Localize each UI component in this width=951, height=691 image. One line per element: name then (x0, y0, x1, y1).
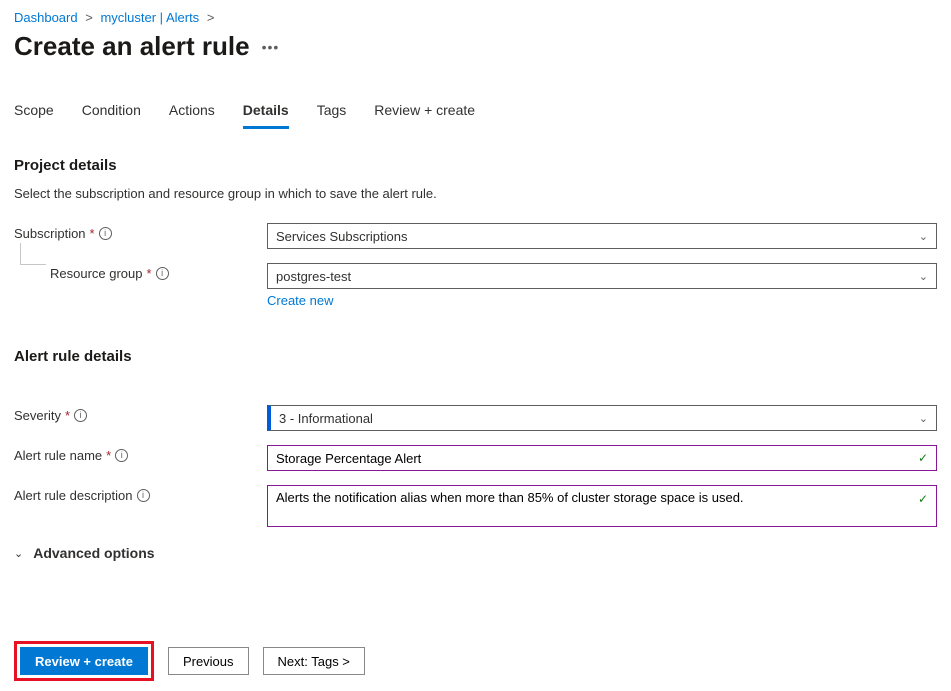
indent-connector (20, 243, 46, 265)
chevron-right-icon: > (207, 10, 215, 25)
chevron-down-icon: ⌄ (919, 412, 928, 425)
required-indicator: * (65, 408, 70, 423)
alert-rule-name-label: Alert rule name (14, 448, 102, 463)
resource-group-select[interactable]: postgres-test ⌄ (267, 263, 937, 289)
next-tags-button[interactable]: Next: Tags > (263, 647, 365, 675)
tab-details[interactable]: Details (243, 102, 289, 129)
chevron-down-icon: ⌄ (919, 270, 928, 283)
tab-review[interactable]: Review + create (374, 102, 475, 129)
page-title: Create an alert rule (14, 31, 250, 62)
highlight-annotation: Review + create (14, 641, 154, 681)
tab-actions[interactable]: Actions (169, 102, 215, 129)
tab-condition[interactable]: Condition (82, 102, 141, 129)
subscription-value: Services Subscriptions (276, 229, 408, 244)
footer-action-bar: Review + create Previous Next: Tags > (14, 641, 937, 681)
advanced-options-toggle[interactable]: ⌄ Advanced options (14, 545, 937, 561)
severity-select[interactable]: 3 - Informational ⌄ (267, 405, 937, 431)
alert-rule-name-input-wrapper: ✓ (267, 445, 937, 471)
checkmark-icon: ✓ (918, 451, 928, 465)
section-heading-alert-rule-details: Alert rule details (14, 348, 937, 365)
info-icon[interactable]: i (115, 449, 128, 462)
chevron-right-icon: > (85, 10, 93, 25)
create-new-link[interactable]: Create new (267, 293, 937, 308)
info-icon[interactable]: i (74, 409, 87, 422)
severity-label: Severity (14, 408, 61, 423)
info-icon[interactable]: i (137, 489, 150, 502)
subscription-select[interactable]: Services Subscriptions ⌄ (267, 223, 937, 249)
tab-bar: Scope Condition Actions Details Tags Rev… (14, 102, 937, 129)
chevron-down-icon: ⌄ (919, 230, 928, 243)
breadcrumb-cluster-alerts[interactable]: mycluster | Alerts (100, 10, 199, 25)
info-icon[interactable]: i (156, 267, 169, 280)
tab-tags[interactable]: Tags (317, 102, 347, 129)
required-indicator: * (106, 448, 111, 463)
required-indicator: * (147, 266, 152, 281)
alert-rule-description-label: Alert rule description (14, 488, 133, 503)
section-description: Select the subscription and resource gro… (14, 186, 937, 201)
subscription-label: Subscription (14, 226, 86, 241)
info-icon[interactable]: i (99, 227, 112, 240)
breadcrumb: Dashboard > mycluster | Alerts > (14, 10, 937, 25)
previous-button[interactable]: Previous (168, 647, 249, 675)
section-heading-project-details: Project details (14, 157, 937, 174)
resource-group-value: postgres-test (276, 269, 351, 284)
resource-group-label: Resource group (50, 266, 143, 281)
alert-rule-name-input[interactable] (276, 451, 928, 466)
alert-rule-description-input[interactable] (276, 490, 908, 522)
required-indicator: * (90, 226, 95, 241)
review-create-button[interactable]: Review + create (20, 647, 148, 675)
breadcrumb-dashboard[interactable]: Dashboard (14, 10, 78, 25)
alert-rule-description-wrapper: ✓ (267, 485, 937, 527)
severity-value: 3 - Informational (279, 411, 373, 426)
chevron-down-icon: ⌄ (14, 547, 23, 560)
tab-scope[interactable]: Scope (14, 102, 54, 129)
checkmark-icon: ✓ (918, 492, 928, 506)
more-options-icon[interactable]: ••• (262, 39, 280, 55)
advanced-options-label: Advanced options (33, 545, 154, 561)
